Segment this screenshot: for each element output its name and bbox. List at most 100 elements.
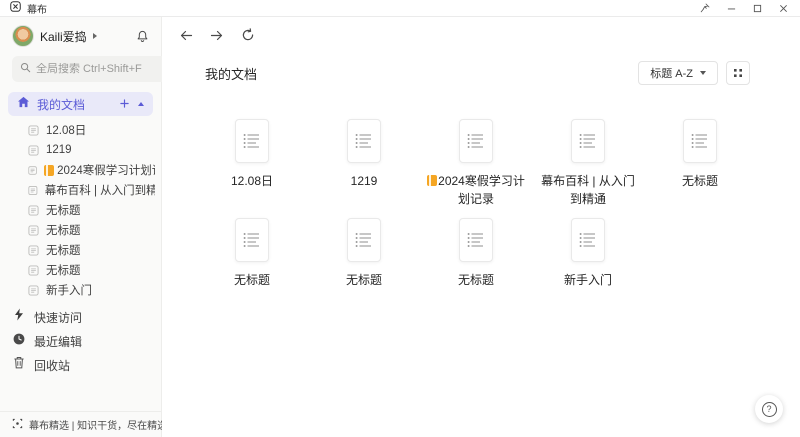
document-card[interactable]: 无标题 [196, 218, 308, 289]
user-menu[interactable]: Kaili爱捣 [0, 17, 161, 52]
sidebar-doc-item[interactable]: 1219 [0, 140, 161, 160]
question-mark-icon: ? [762, 402, 777, 417]
titlebar-app: 幕布 [10, 0, 47, 17]
document-outline-icon [235, 218, 269, 262]
app-title: 幕布 [27, 1, 47, 16]
forward-button[interactable] [208, 27, 226, 44]
back-button[interactable] [177, 27, 195, 44]
document-outline-icon [347, 218, 381, 262]
sort-dropdown[interactable]: 标题 A-Z [638, 61, 718, 85]
card-title: 新手入门 [564, 271, 612, 289]
document-outline-icon [347, 119, 381, 163]
document-outline-icon [683, 119, 717, 163]
main-content: 我的文档 标题 A-Z 12.08日 [162, 17, 800, 437]
doc-label: 无标题 [46, 262, 81, 278]
document-outline-icon [459, 218, 493, 262]
nav-toolbar [162, 17, 800, 44]
doc-label: 新手入门 [46, 282, 92, 298]
page-title: 我的文档 [205, 64, 257, 83]
close-icon[interactable] [779, 4, 788, 13]
document-card[interactable]: 新手入门 [532, 218, 644, 289]
document-card[interactable]: 1219 [308, 119, 420, 208]
document-card[interactable]: 无标题 [644, 119, 756, 208]
doc-label: 无标题 [46, 202, 81, 218]
window-controls [700, 3, 788, 13]
card-title: 12.08日 [231, 172, 273, 190]
sidebar-doc-item[interactable]: 无标题 [0, 260, 161, 280]
document-card[interactable]: 12.08日 [196, 119, 308, 208]
document-grid: 12.08日 1219 2024寒假学习计划记录 [162, 85, 800, 289]
sort-label: 标题 A-Z [650, 65, 693, 81]
document-outline-icon [459, 119, 493, 163]
sidebar-doc-item[interactable]: 幕布百科 | 从入门到精通 [0, 180, 161, 200]
view-toggle-button[interactable] [726, 61, 750, 85]
my-documents-label: 我的文档 [37, 96, 85, 113]
document-card[interactable]: 无标题 [308, 218, 420, 289]
card-title: 2024寒假学习计划记录 [424, 172, 528, 208]
trash-icon [13, 356, 25, 374]
card-title: 无标题 [682, 172, 718, 190]
avatar[interactable] [12, 25, 34, 47]
sidebar-doc-item[interactable]: 12.08日 [0, 120, 161, 140]
sidebar-doc-item[interactable]: 无标题 [0, 200, 161, 220]
notification-bell-icon[interactable] [136, 30, 149, 43]
mubu-featured-icon [12, 416, 23, 434]
refresh-button[interactable] [239, 26, 257, 44]
document-card[interactable]: 幕布百科 | 从入门到精通 [532, 119, 644, 208]
sidebar-doc-item[interactable]: 2024寒假学习计划记录 [0, 160, 161, 180]
help-button[interactable]: ? [755, 395, 783, 423]
user-name: Kaili爱捣 [40, 28, 87, 45]
search-input[interactable] [36, 63, 178, 75]
card-title: 幕布百科 | 从入门到精通 [536, 172, 640, 208]
card-title: 无标题 [346, 271, 382, 289]
doc-label: 无标题 [46, 242, 81, 258]
sidebar-doc-item[interactable]: 新手入门 [0, 280, 161, 300]
maximize-icon[interactable] [753, 4, 762, 13]
titlebar: 幕布 [0, 0, 800, 17]
sidebar-item-my-documents[interactable]: 我的文档 [8, 92, 153, 116]
card-title: 无标题 [458, 271, 494, 289]
pin-icon[interactable] [700, 3, 710, 13]
mubu-featured-label: 幕布精选 | 知识干货，尽在精选 [29, 417, 167, 432]
sidebar-doc-item[interactable]: 无标题 [0, 220, 161, 240]
recent-edits-label: 最近编辑 [34, 333, 82, 350]
add-icon[interactable] [120, 95, 129, 113]
document-outline-icon [571, 119, 605, 163]
lightning-icon [13, 308, 25, 326]
grid-view-icon [733, 68, 743, 78]
document-card[interactable]: 2024寒假学习计划记录 [420, 119, 532, 208]
chevron-right-icon [93, 33, 97, 39]
mubu-logo-icon [10, 0, 21, 17]
document-card[interactable]: 无标题 [420, 218, 532, 289]
app-frame: Kaili爱捣 [0, 17, 800, 437]
global-search[interactable] [12, 56, 186, 82]
home-icon [17, 95, 30, 113]
doc-label: 幕布百科 | 从入门到精通 [45, 182, 155, 198]
minimize-icon[interactable] [727, 4, 736, 13]
doc-label: 1219 [46, 144, 72, 156]
quick-access-label: 快速访问 [34, 309, 82, 326]
doc-label: 无标题 [46, 222, 81, 238]
document-outline-icon [571, 218, 605, 262]
search-icon [20, 60, 31, 78]
sidebar: Kaili爱捣 [0, 17, 162, 437]
sidebar-item-quick-access[interactable]: 快速访问 [0, 305, 161, 329]
sidebar-item-trash[interactable]: 回收站 [0, 353, 161, 377]
doc-label: 2024寒假学习计划记录 [57, 162, 155, 178]
main-header: 我的文档 标题 A-Z [162, 44, 800, 85]
notebook-icon [44, 165, 54, 176]
mubu-featured-banner[interactable]: 幕布精选 | 知识干货，尽在精选 [0, 411, 161, 437]
document-outline-icon [235, 119, 269, 163]
document-list: 12.08日 1219 2024寒假学习计划记录 幕布百科 | 从入门到精通 无… [0, 120, 161, 300]
collapse-icon[interactable] [138, 102, 144, 106]
header-actions: 标题 A-Z [638, 61, 750, 85]
notebook-icon [427, 175, 437, 186]
app-window: 幕布 Kaili爱捣 [0, 0, 800, 437]
trash-label: 回收站 [34, 357, 70, 374]
doc-label: 12.08日 [46, 122, 86, 138]
sidebar-item-recent-edits[interactable]: 最近编辑 [0, 329, 161, 353]
search-row [0, 52, 161, 90]
clock-icon [13, 332, 25, 350]
sidebar-doc-item[interactable]: 无标题 [0, 240, 161, 260]
my-documents-actions [120, 95, 144, 113]
